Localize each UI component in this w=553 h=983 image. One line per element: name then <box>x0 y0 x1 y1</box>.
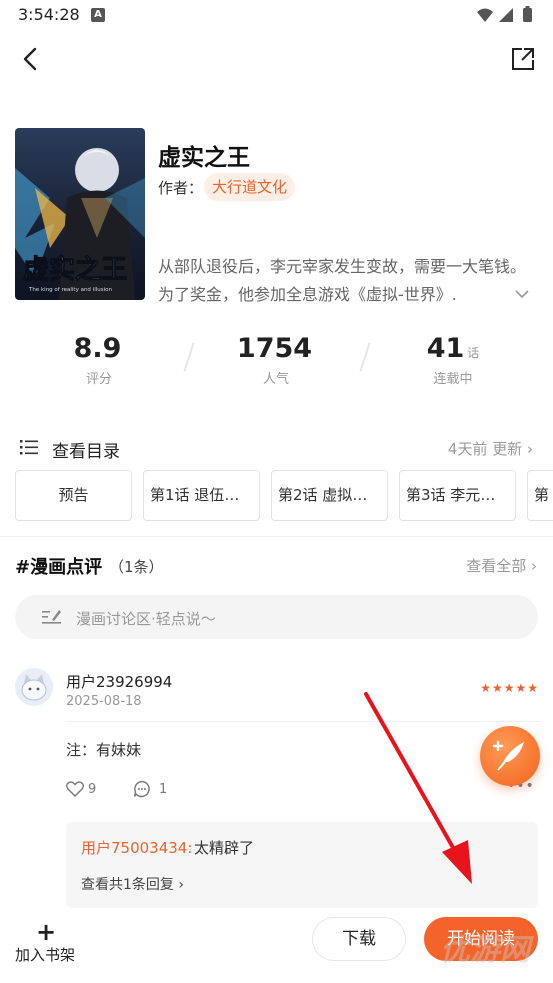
comment-date: 2025-08-18 <box>66 694 142 709</box>
stat-episodes-unit: 话 <box>467 346 480 360</box>
stat-divider <box>359 342 371 372</box>
view-replies-link[interactable]: 查看共1条回复 › <box>81 874 184 894</box>
comment-bubble-icon[interactable] <box>133 780 151 798</box>
heart-icon[interactable] <box>66 781 84 797</box>
view-all-comments-link[interactable]: 查看全部 › <box>466 555 537 576</box>
comment-text: 注：有妹妹 <box>66 741 142 759</box>
avatar[interactable] <box>15 668 53 706</box>
comment-username[interactable]: 用户23926994 <box>66 671 172 692</box>
add-to-shelf-icon[interactable]: + <box>36 918 56 946</box>
reply-username[interactable]: 用户75003434: <box>81 837 192 858</box>
download-button[interactable]: 下载 <box>312 917 406 961</box>
section-divider <box>0 536 553 537</box>
chapter-item[interactable]: 第 <box>527 470 553 521</box>
back-arrow-icon[interactable] <box>16 44 46 74</box>
comment-input-placeholder: 漫画讨论区·轻点说～ <box>76 610 216 628</box>
stat-rating-value: 8.9 <box>73 333 122 364</box>
stat-episodes-value: 41 <box>426 333 465 364</box>
comments-count: （1条） <box>109 558 164 576</box>
write-comment-button[interactable] <box>480 726 540 786</box>
chevron-down-icon[interactable] <box>514 288 530 300</box>
status-time: 3:54:28 <box>18 5 80 24</box>
wifi-icon <box>477 8 493 22</box>
rating-stars: ★★★★★ <box>480 681 539 695</box>
stat-popularity-label: 人气 <box>262 372 289 387</box>
reply-count: 1 <box>159 782 168 797</box>
book-cover[interactable]: 虚实之王 The king of reality and illusion <box>15 128 145 300</box>
status-icons <box>477 6 532 22</box>
author-chip[interactable]: 大行道文化 <box>204 173 296 201</box>
cover-title: 虚实之王 <box>23 254 127 285</box>
catalog-update-link[interactable]: 4天前 更新 › <box>448 438 533 459</box>
author-label: 作者： <box>158 179 204 197</box>
stat-rating-label: 评分 <box>85 372 112 387</box>
list-icon[interactable] <box>20 439 38 455</box>
share-icon[interactable] <box>509 45 537 73</box>
book-title: 虚实之王 <box>158 145 250 171</box>
battery-icon <box>523 8 532 22</box>
comments-title: #漫画点评 <box>15 557 103 578</box>
signal-icon <box>499 8 513 22</box>
chapter-item[interactable]: 第1话 退伍后… <box>143 470 260 521</box>
catalog-title[interactable]: 查看目录 <box>52 437 120 462</box>
synopsis[interactable]: 从部队退役后，李元宰家发生变故，需要一大笔钱。为了奖金，他参加全息游戏《虚拟-世… <box>158 253 528 309</box>
watermark: 优游网 <box>440 933 530 968</box>
chapter-item[interactable]: 预告 <box>15 470 132 521</box>
reply-text: 太精辟了 <box>194 839 255 857</box>
chapter-item[interactable]: 第3话 李元宰… <box>399 470 516 521</box>
edit-icon <box>42 610 61 624</box>
annotation-arrow-icon <box>364 692 472 884</box>
notification-icon: A <box>91 8 105 22</box>
chapter-item[interactable]: 第2话 虚拟世… <box>271 470 388 521</box>
like-count: 9 <box>88 782 97 797</box>
stat-episodes: 41 话 连载中 <box>378 333 528 387</box>
cover-subtitle: The king of reality and illusion <box>28 287 113 293</box>
stat-rating: 8.9 评分 <box>24 333 174 387</box>
add-to-shelf-label[interactable]: 加入书架 <box>15 944 75 965</box>
stat-popularity: 1754 人气 <box>201 333 351 387</box>
stat-divider <box>183 342 195 372</box>
stat-popularity-value: 1754 <box>236 333 313 364</box>
stat-episodes-label: 连载中 <box>433 372 473 387</box>
